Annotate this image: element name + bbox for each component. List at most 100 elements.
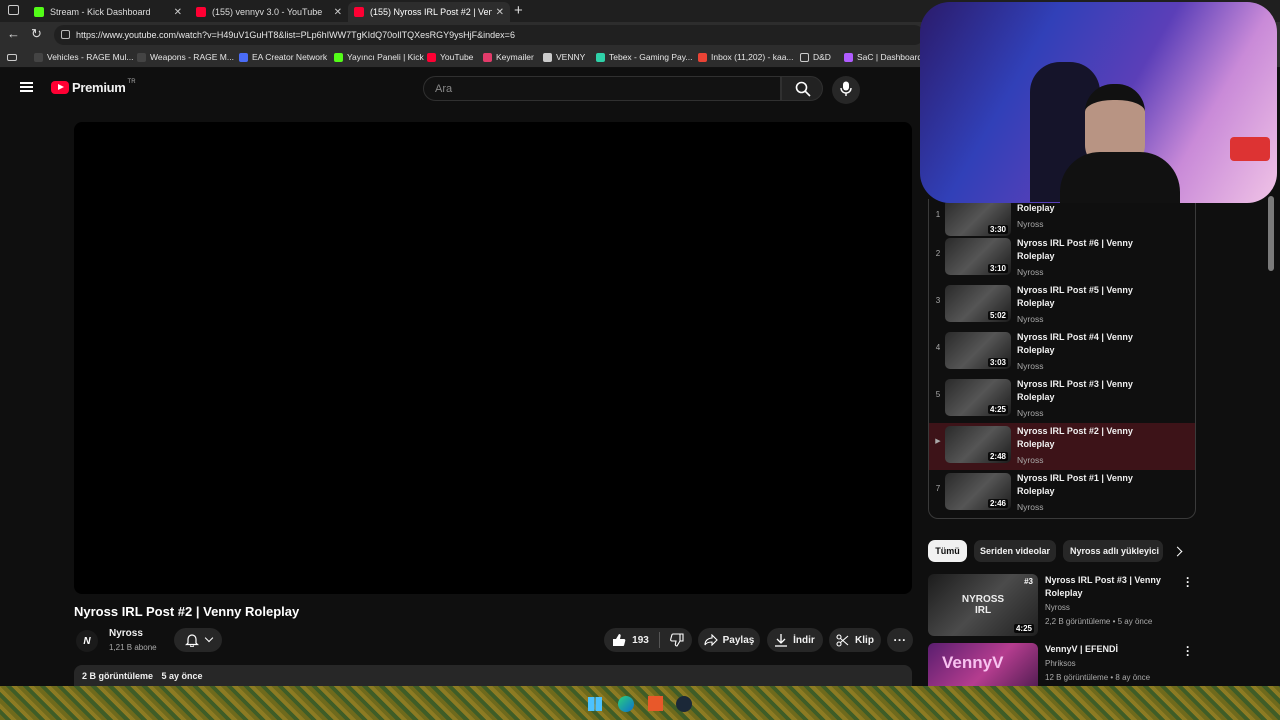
playlist-thumbnail: 2:46 — [945, 473, 1011, 510]
scissors-icon — [836, 633, 849, 647]
bookmark-keymailer[interactable]: Keymailer — [483, 52, 534, 62]
tab-title: (155) vennyv 3.0 - YouTube — [212, 7, 323, 17]
playlist-item-channel: Nyross — [1017, 408, 1044, 418]
search-placeholder: Ara — [435, 83, 453, 95]
playlist-item[interactable]: 7 2:46 Nyross IRL Post #1 | Venny Rolepl… — [929, 470, 1195, 517]
edge-browser-icon[interactable] — [618, 696, 634, 712]
more-horizontal-icon: ... — [893, 630, 907, 644]
more-vertical-icon[interactable]: · · · — [1186, 641, 1190, 661]
playlist-thumbnail: 3:10 — [945, 238, 1011, 275]
playlist-item[interactable]: 5 4:25 Nyross IRL Post #3 | Venny Rolepl… — [929, 376, 1195, 423]
bookmark-icon — [239, 52, 248, 62]
thumbnail-text: VennyV — [942, 653, 1004, 672]
channel-name[interactable]: Nyross — [109, 628, 143, 639]
bookmark-icon — [483, 52, 492, 62]
recommendation-title: Nyross IRL Post #3 | Venny Roleplay — [1045, 575, 1161, 598]
voice-search-button[interactable] — [832, 76, 860, 104]
tab-youtube-current[interactable]: (155) Nyross IRL Post #2 | Venny Rolepla… — [348, 2, 510, 22]
chip-uploader-videos[interactable]: Nyross adlı yükleyici — [1063, 540, 1163, 562]
youtube-logo[interactable]: Premium TR — [51, 79, 136, 95]
playlist-thumbnail: 2:48 — [945, 426, 1011, 463]
bookmark-inbox[interactable]: Inbox (11,202) - kaa... — [698, 52, 794, 62]
chip-all[interactable]: Tümü — [928, 540, 967, 562]
chevron-right-icon[interactable] — [1172, 546, 1183, 557]
page-scrollbar[interactable] — [1268, 196, 1274, 271]
thumbs-down-icon[interactable] — [669, 633, 684, 647]
bookmark-weapons[interactable]: Weapons - RAGE M... — [137, 52, 234, 62]
playlist-item-title: Nyross IRL Post #4 | Venny Roleplay — [1017, 332, 1133, 355]
close-tab-icon[interactable]: ✕ — [334, 7, 342, 18]
tab-actions-icon[interactable] — [8, 5, 19, 15]
bookmark-ea[interactable]: EA Creator Network — [239, 52, 327, 62]
channel-avatar[interactable]: N — [76, 630, 98, 652]
search-icon — [795, 81, 811, 97]
subscriber-count: 1,21 B abone — [109, 643, 157, 652]
video-title: Nyross IRL Post #2 | Venny Roleplay — [74, 604, 300, 619]
bookmark-icon — [844, 52, 853, 62]
playlist-thumbnail: 5:02 — [945, 285, 1011, 322]
app-icon[interactable] — [648, 696, 663, 711]
share-button[interactable]: Paylaş — [698, 628, 760, 652]
view-count: 2 B görüntüleme — [82, 671, 154, 681]
clip-button[interactable]: Klip — [829, 628, 881, 652]
webcam-person-body — [1060, 152, 1180, 203]
duration-badge: 5:02 — [987, 311, 1008, 320]
hamburger-menu-icon[interactable] — [20, 82, 33, 92]
recommendation-meta: 12 B görüntüleme • 8 ay önce — [1045, 673, 1151, 682]
bookmark-dnd[interactable]: D&D — [800, 52, 831, 62]
search-button[interactable] — [781, 76, 823, 101]
site-info-icon[interactable] — [61, 30, 70, 39]
duration-badge: 3:10 — [987, 264, 1008, 273]
webcam-overlay — [920, 2, 1277, 203]
reload-icon[interactable]: ↻ — [31, 26, 42, 42]
playlist-index: 1 — [935, 210, 941, 219]
bookmark-kick-panel[interactable]: Yayıncı Paneli | Kick — [334, 52, 424, 62]
bookmark-vehicles[interactable]: Vehicles - RAGE Mul... — [34, 52, 133, 62]
back-icon[interactable]: ← — [7, 26, 20, 41]
channel-avatar-initial: N — [83, 635, 91, 647]
chip-series-videos[interactable]: Seriden videolar — [974, 540, 1056, 562]
more-actions-button[interactable]: ... — [887, 628, 913, 652]
bookmark-youtube[interactable]: YouTube — [427, 52, 473, 62]
recommendation-item[interactable]: #3 NYROSS IRL 4:25 Nyross IRL Post #3 | … — [928, 572, 1196, 640]
playlist-item[interactable]: 3 5:02 Nyross IRL Post #5 | Venny Rolepl… — [929, 282, 1195, 329]
bookmark-label: Vehicles - RAGE Mul... — [47, 52, 134, 62]
tab-youtube-vennyv[interactable]: (155) vennyv 3.0 - YouTube ✕ — [190, 2, 348, 22]
bookmark-label: D&D — [813, 52, 831, 62]
subscribed-notifications-button[interactable] — [174, 628, 222, 652]
playlist-item-current[interactable]: ▶ 2:48 Nyross IRL Post #2 | Venny Rolepl… — [929, 423, 1195, 470]
bookmark-tebex[interactable]: Tebex - Gaming Pay... — [596, 52, 692, 62]
bookmark-label: Tebex - Gaming Pay... — [609, 52, 693, 62]
description-box[interactable]: 2 B görüntüleme 5 ay önce — [74, 665, 912, 686]
playlist-item[interactable]: 2 3:10 Nyross IRL Post #6 | Venny Rolepl… — [929, 235, 1195, 282]
bookmark-label: Inbox (11,202) - kaa... — [711, 52, 794, 62]
url-field[interactable]: https://www.youtube.com/watch?v=H49uV1Gu… — [54, 25, 924, 45]
bookmark-sac[interactable]: SaC | Dashboard — [844, 52, 922, 62]
playlist-item-channel: Nyross — [1017, 267, 1044, 277]
windows-start-icon[interactable] — [588, 697, 602, 711]
search-input[interactable]: Ara — [423, 76, 781, 101]
video-player[interactable] — [74, 122, 912, 594]
steam-icon[interactable] — [676, 696, 692, 712]
like-divider — [658, 632, 660, 648]
close-tab-icon[interactable]: ✕ — [496, 7, 504, 18]
gmail-icon — [698, 52, 707, 62]
like-count: 193 — [632, 634, 649, 646]
recommendation-meta: 2,2 B görüntüleme • 5 ay önce — [1045, 617, 1153, 626]
bookmark-venny[interactable]: VENNY — [543, 52, 585, 62]
microphone-icon — [840, 81, 852, 96]
playlist-item-title: Nyross IRL Post #5 | Venny Roleplay — [1017, 285, 1133, 308]
bookmarks-menu-icon[interactable] — [7, 54, 17, 61]
new-tab-button[interactable]: + — [514, 2, 523, 19]
more-vertical-icon[interactable]: · · · — [1186, 572, 1190, 592]
now-playing-icon: ▶ — [935, 438, 941, 445]
close-tab-icon[interactable]: ✕ — [174, 7, 182, 18]
like-button[interactable]: 193 — [612, 633, 649, 647]
playlist-item[interactable]: 4 3:03 Nyross IRL Post #4 | Venny Rolepl… — [929, 329, 1195, 376]
tab-kick-dashboard[interactable]: Stream - Kick Dashboard ✕ — [28, 2, 188, 22]
bookmark-icon — [137, 52, 146, 62]
bookmark-icon — [596, 52, 605, 62]
youtube-favicon-icon — [196, 7, 206, 17]
download-button[interactable]: İndir — [767, 628, 823, 652]
recommendation-item[interactable]: VennyV VennyV | EFENDİ Phriksos 12 B gör… — [928, 641, 1196, 686]
